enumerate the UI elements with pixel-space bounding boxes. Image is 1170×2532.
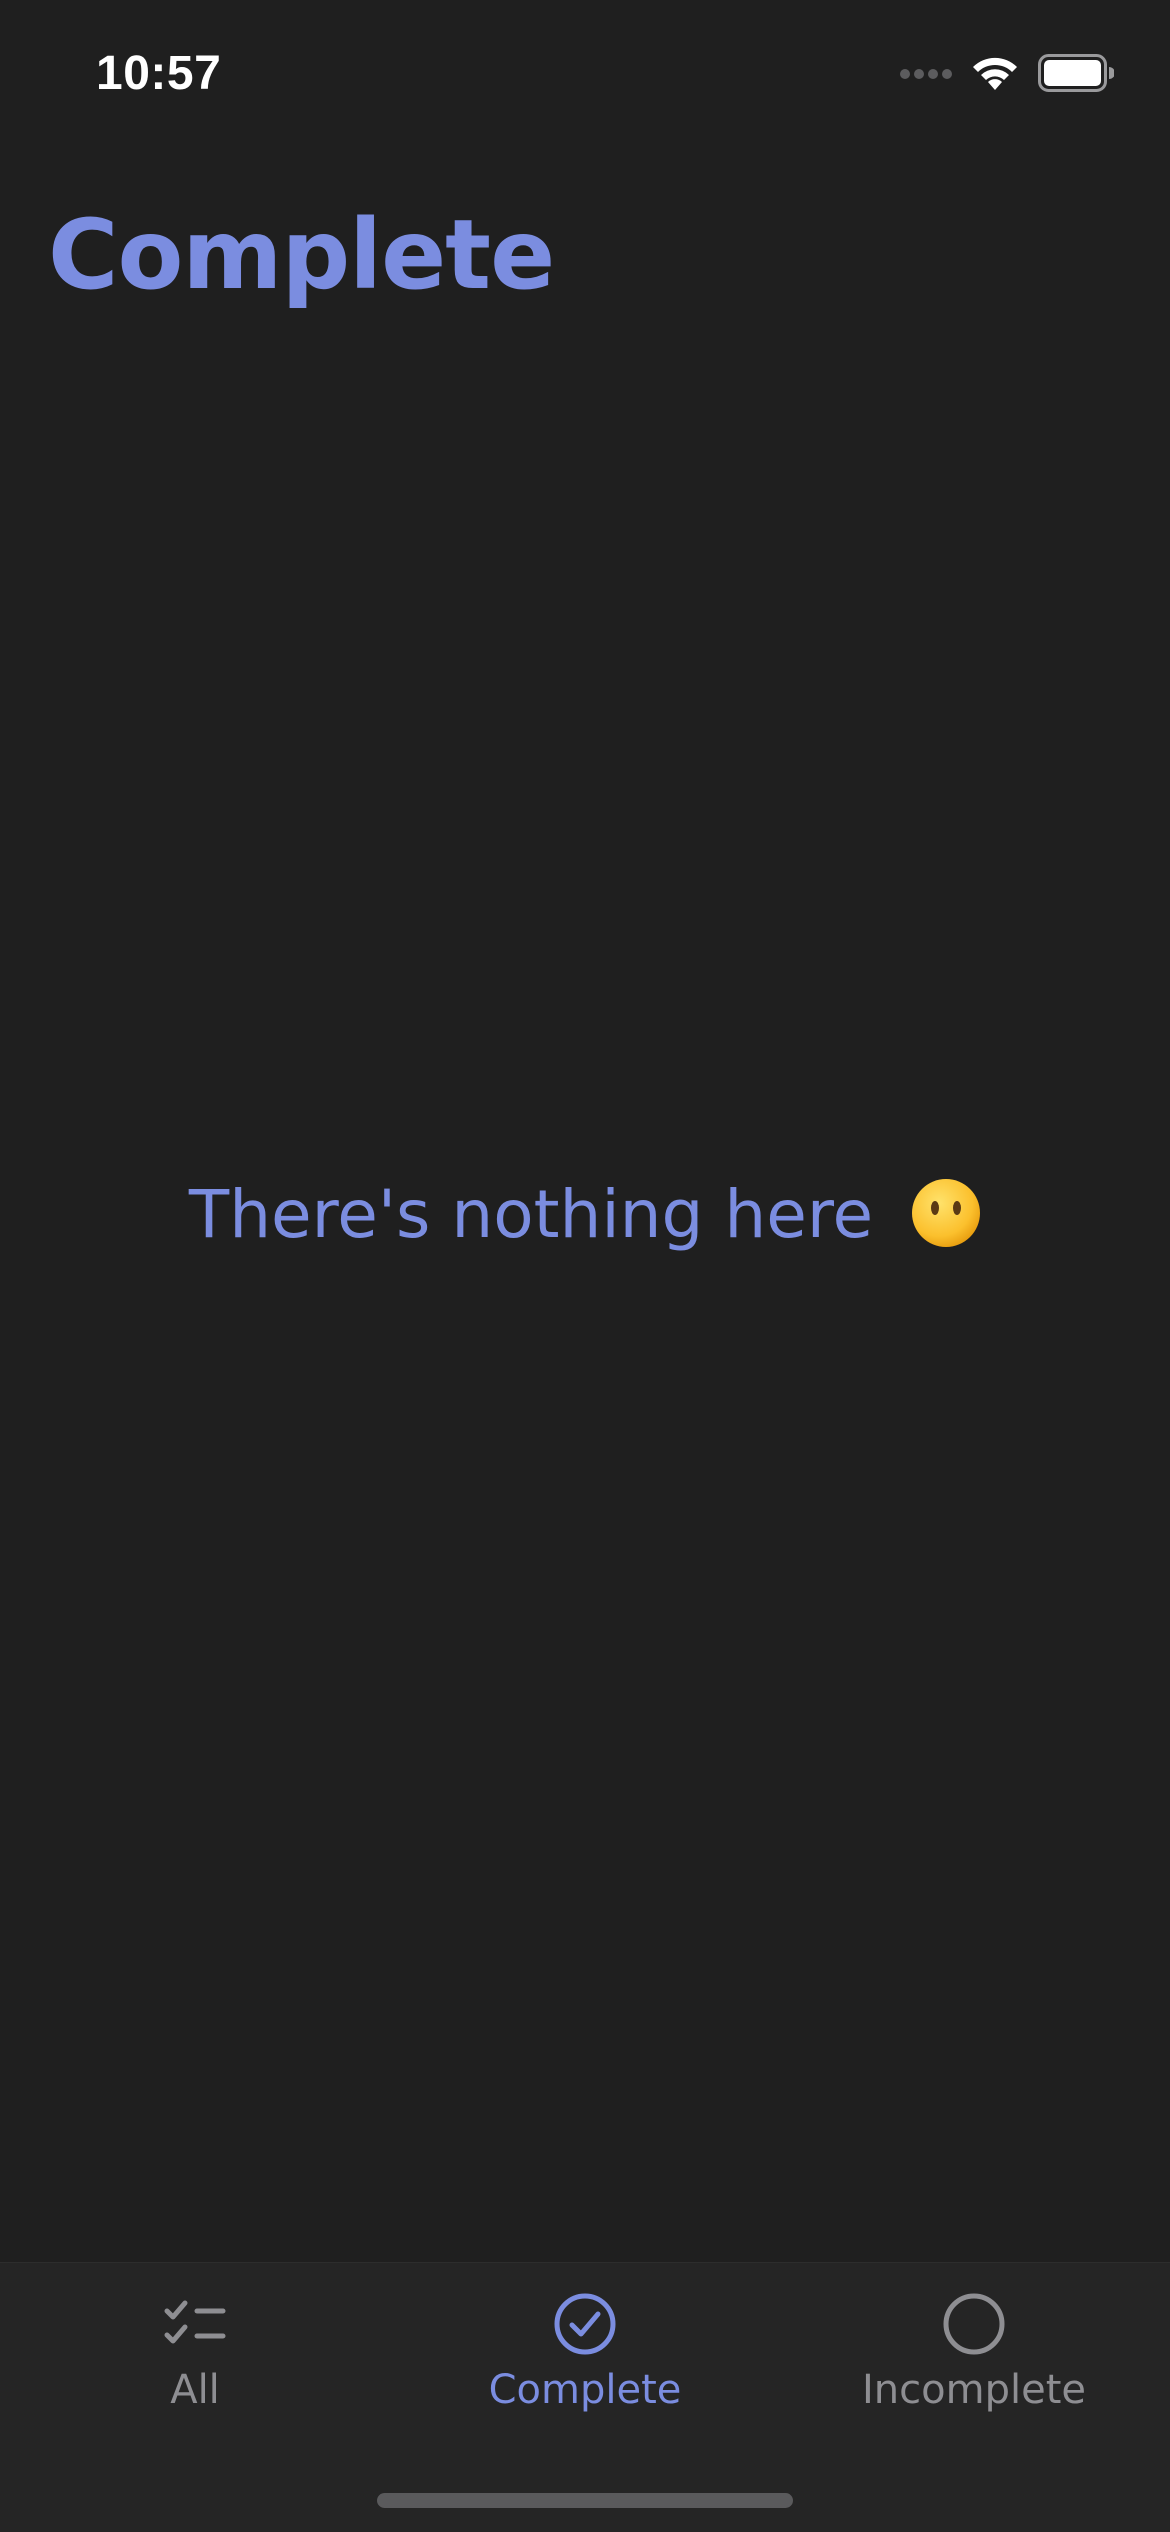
- circle-icon: [939, 2289, 1009, 2359]
- tab-incomplete[interactable]: Incomplete: [824, 2289, 1124, 2415]
- tab-complete-label: Complete: [488, 2367, 682, 2413]
- battery-icon: [1038, 54, 1115, 96]
- tab-incomplete-label: Incomplete: [862, 2367, 1086, 2413]
- empty-state-message: There's nothing here: [188, 1176, 874, 1253]
- cellular-signal-icon: [900, 66, 952, 85]
- tab-complete[interactable]: Complete: [435, 2289, 735, 2415]
- checklist-icon: [160, 2289, 230, 2359]
- tab-all[interactable]: All: [45, 2289, 345, 2415]
- tab-bar: All Complete Incomplete: [0, 2262, 1170, 2532]
- page-title: Complete: [48, 199, 555, 311]
- face-without-mouth-emoji-icon: [911, 1178, 981, 1252]
- status-indicators: [900, 50, 1115, 100]
- status-bar: 10:57: [0, 0, 1170, 150]
- app-screen: 10:57 Complete There's nothing here All …: [0, 0, 1170, 2532]
- home-indicator[interactable]: [377, 2493, 793, 2508]
- wifi-icon: [970, 54, 1020, 96]
- checkmark-circle-icon: [550, 2289, 620, 2359]
- empty-state: There's nothing here: [0, 1170, 1170, 1260]
- tab-all-label: All: [170, 2367, 220, 2413]
- status-time: 10:57: [96, 47, 222, 100]
